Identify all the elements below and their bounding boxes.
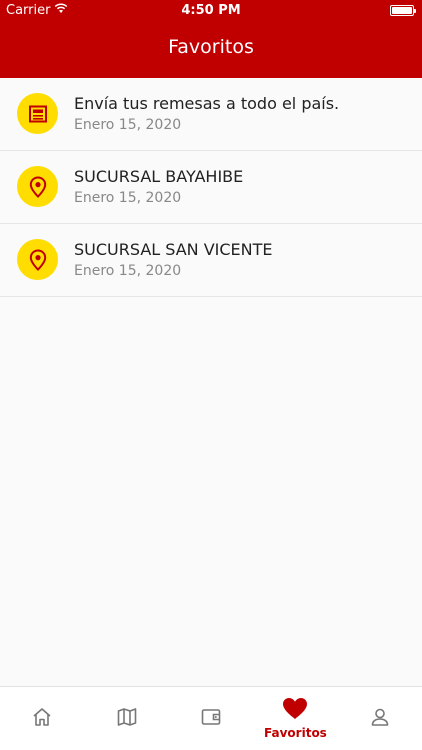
tab-wallet[interactable] <box>169 687 253 750</box>
list-item[interactable]: Envía tus remesas a todo el país. Enero … <box>0 78 422 151</box>
list-item[interactable]: SUCURSAL SAN VICENTE Enero 15, 2020 <box>0 224 422 297</box>
wallet-icon <box>200 706 222 732</box>
favorite-title: Envía tus remesas a todo el país. <box>74 94 340 113</box>
home-icon <box>31 706 53 732</box>
tab-map[interactable] <box>84 687 168 750</box>
heart-icon <box>282 697 308 724</box>
favorite-date: Enero 15, 2020 <box>74 190 182 206</box>
status-time: 4:50 PM <box>181 3 241 18</box>
favorite-title: SUCURSAL SAN VICENTE <box>74 240 273 259</box>
tab-favoritos-label: Favoritos <box>264 726 327 740</box>
location-pin-icon <box>17 239 58 280</box>
app-header: Carrier 4:50 PM Favoritos <box>0 0 422 78</box>
tab-bar: Favoritos <box>0 686 422 750</box>
favorite-title: SUCURSAL BAYAHIBE <box>74 167 244 186</box>
news-icon <box>17 93 58 134</box>
favorite-date: Enero 15, 2020 <box>74 263 182 279</box>
profile-icon <box>369 706 391 732</box>
status-bar: Carrier 4:50 PM <box>0 0 422 22</box>
favorites-list: Envía tus remesas a todo el país. Enero … <box>0 78 422 297</box>
tab-favoritos[interactable]: Favoritos <box>253 687 337 750</box>
location-pin-icon <box>17 166 58 207</box>
battery-icon <box>390 5 416 16</box>
tab-profile[interactable] <box>338 687 422 750</box>
tab-home[interactable] <box>0 687 84 750</box>
page-title: Favoritos <box>168 36 254 58</box>
list-item[interactable]: SUCURSAL BAYAHIBE Enero 15, 2020 <box>0 151 422 224</box>
favorite-date: Enero 15, 2020 <box>74 117 182 133</box>
map-icon <box>116 706 138 732</box>
